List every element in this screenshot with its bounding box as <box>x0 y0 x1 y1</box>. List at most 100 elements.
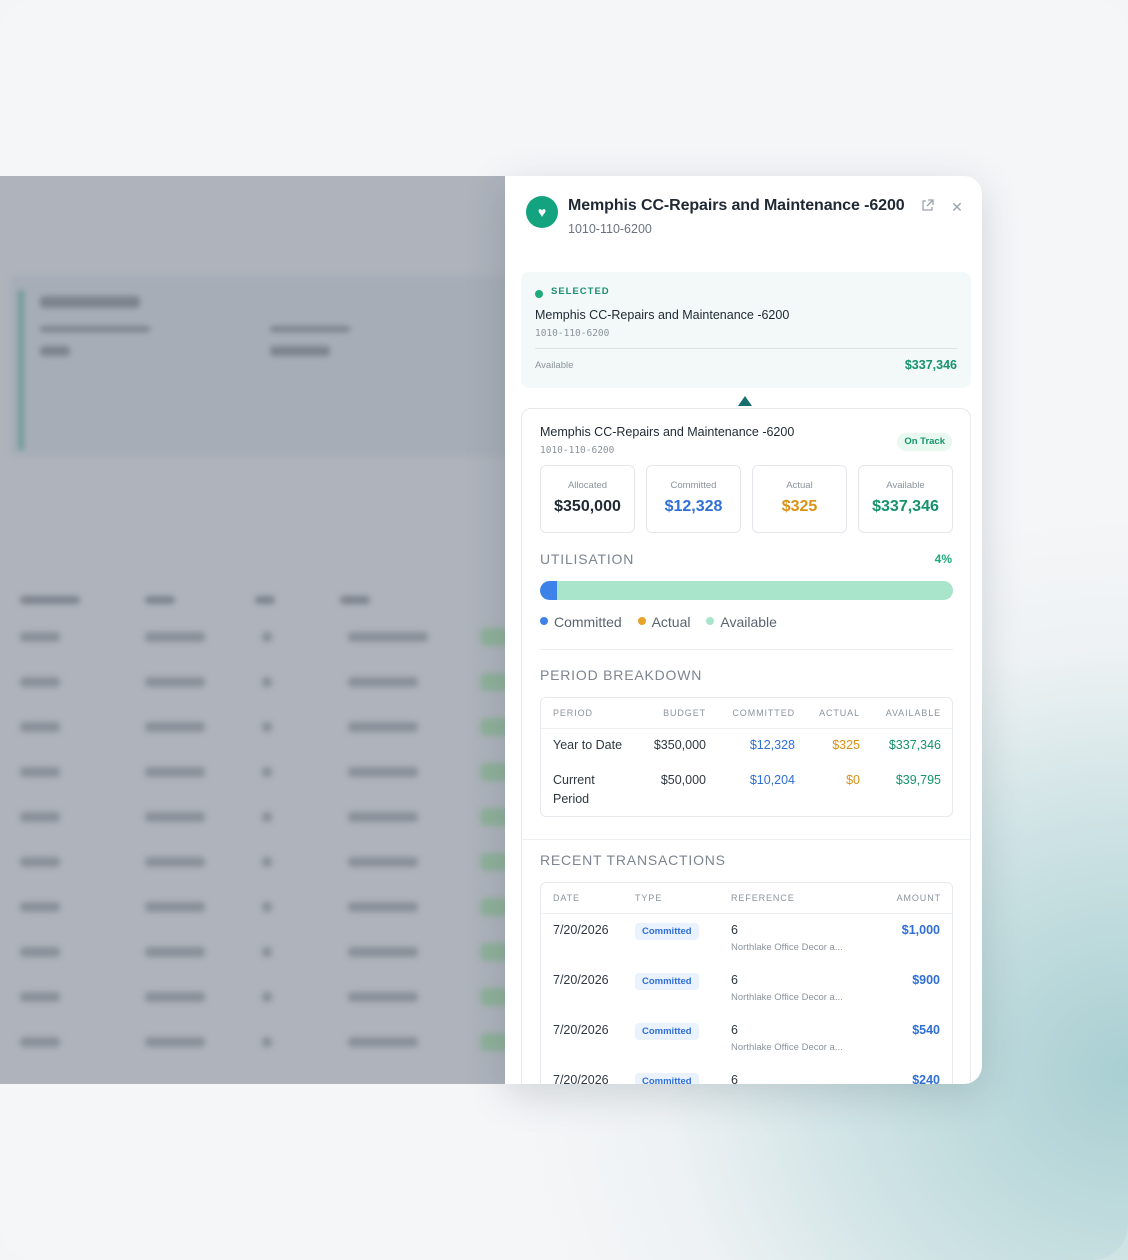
blurred-line <box>145 596 175 604</box>
blurred-row <box>0 1021 530 1066</box>
legend-dot <box>540 617 548 625</box>
stat-value: $350,000 <box>554 498 621 515</box>
external-link-icon[interactable] <box>918 198 936 216</box>
transaction-reference-detail: Northlake Office Decor a... <box>731 992 843 1003</box>
legend-label: Actual <box>651 614 691 630</box>
detail-code: 1010-110-6200 <box>540 445 615 456</box>
selected-account-code: 1010-110-6200 <box>535 328 610 339</box>
blurred-row <box>0 661 530 706</box>
blurred-row <box>0 931 530 976</box>
recent-transactions-table: DATE TYPE REFERENCE AMOUNT 7/20/2026 Com… <box>540 882 953 1084</box>
transaction-row[interactable]: 7/20/2026 Committed 6 Northlake Office D… <box>541 915 952 965</box>
transaction-amount: $1,000 <box>901 923 940 937</box>
transaction-row[interactable]: 7/20/2026 Committed 6 Northlake Office D… <box>541 1015 952 1065</box>
blurred-cell <box>262 857 272 867</box>
transaction-reference-detail: Northlake Office Decor a... <box>731 1042 843 1053</box>
blurred-cell <box>262 947 272 957</box>
selected-available-label: Available <box>535 360 574 371</box>
divider <box>541 728 952 729</box>
transaction-date: 7/20/2026 <box>553 1023 609 1037</box>
stat-committed: Committed $12,328 <box>646 465 741 533</box>
transaction-reference: 6 <box>731 923 738 937</box>
budget-detail-panel: ♥ Memphis CC-Repairs and Maintenance -62… <box>505 176 982 1084</box>
blurred-line <box>40 296 140 308</box>
blurred-cell <box>145 767 205 777</box>
blurred-row <box>0 616 530 661</box>
cell-period: Period <box>553 792 590 806</box>
column-header: AVAILABLE <box>885 708 941 718</box>
column-header: REFERENCE <box>731 893 795 903</box>
blurred-cell <box>20 767 60 777</box>
blurred-cell <box>145 947 205 957</box>
legend-dot <box>706 617 715 625</box>
blurred-cell <box>145 992 205 1002</box>
divider <box>540 649 953 650</box>
caret-up-icon <box>738 396 752 406</box>
legend-dot <box>637 617 646 625</box>
blurred-cell <box>20 1037 60 1047</box>
selected-account-title: Memphis CC-Repairs and Maintenance -6200 <box>535 308 790 322</box>
stat-available: Available $337,346 <box>858 465 953 533</box>
stat-value: $337,346 <box>872 498 939 515</box>
blurred-cell <box>20 947 60 957</box>
transaction-type-badge: Committed <box>635 973 699 990</box>
stat-label: Committed <box>670 480 717 491</box>
recent-transactions-heading: RECENT TRANSACTIONS <box>540 852 726 868</box>
blurred-cell <box>262 767 272 777</box>
blurred-background-app <box>0 176 530 1084</box>
blurred-cell <box>262 1037 272 1047</box>
blurred-cell <box>145 902 205 912</box>
stage: ♥ Memphis CC-Repairs and Maintenance -62… <box>0 0 1128 1260</box>
cell-committed: $10,204 <box>749 773 795 787</box>
close-icon[interactable]: ✕ <box>948 198 966 216</box>
blurred-cell <box>262 992 272 1002</box>
period-breakdown-table: PERIOD BUDGET COMMITTED ACTUAL AVAILABLE… <box>540 697 953 817</box>
cell-actual: $0 <box>846 773 860 787</box>
stat-value: $325 <box>781 498 818 515</box>
transaction-amount: $540 <box>912 1023 940 1037</box>
blurred-cell <box>262 677 272 687</box>
blurred-card <box>10 276 530 456</box>
stat-label: Actual <box>786 480 813 491</box>
blurred-cell <box>145 722 205 732</box>
selected-account-card[interactable]: SELECTED Memphis CC-Repairs and Maintena… <box>521 272 971 388</box>
blurred-line <box>255 596 275 604</box>
stat-label: Available <box>886 480 925 491</box>
blurred-cell <box>348 1037 418 1047</box>
blurred-cell <box>262 632 272 642</box>
blurred-card-accent <box>18 290 24 450</box>
blurred-line <box>20 596 80 604</box>
blurred-cell <box>20 992 60 1002</box>
cell-period: Current <box>553 773 595 787</box>
blurred-cell <box>145 857 205 867</box>
transaction-row[interactable]: 7/20/2026 Committed 6 $240 <box>541 1065 952 1084</box>
column-header: COMMITTED <box>732 708 795 718</box>
blurred-cell <box>348 857 418 867</box>
transaction-reference: 6 <box>731 1073 738 1084</box>
detail-title: Memphis CC-Repairs and Maintenance -6200 <box>540 425 795 439</box>
blurred-cell <box>348 992 418 1002</box>
stat-actual: Actual $325 <box>752 465 847 533</box>
legend-item-actual: Actual <box>637 614 691 630</box>
period-breakdown-heading: PERIOD BREAKDOWN <box>540 667 703 683</box>
transaction-row[interactable]: 7/20/2026 Committed 6 Northlake Office D… <box>541 965 952 1015</box>
stat-value: $12,328 <box>664 498 723 515</box>
transaction-reference: 6 <box>731 1023 738 1037</box>
blurred-cell <box>262 722 272 732</box>
column-header: PERIOD <box>553 708 593 718</box>
transaction-reference: 6 <box>731 973 738 987</box>
blurred-row <box>0 751 530 796</box>
transaction-amount: $900 <box>912 973 940 987</box>
utilisation-legend: Committed Actual Available <box>540 614 789 630</box>
cell-budget: $50,000 <box>660 773 706 787</box>
cell-period: Year to Date <box>553 738 623 752</box>
stat-label: Allocated <box>567 480 608 491</box>
heart-icon: ♥ <box>526 196 558 228</box>
divider <box>522 839 970 840</box>
column-header: BUDGET <box>663 708 706 718</box>
blurred-line <box>270 326 350 332</box>
status-badge: On Track <box>897 433 952 451</box>
stat-allocated: Allocated $350,000 <box>540 465 635 533</box>
legend-label: Available <box>720 614 777 630</box>
cell-committed: $12,328 <box>749 738 795 752</box>
